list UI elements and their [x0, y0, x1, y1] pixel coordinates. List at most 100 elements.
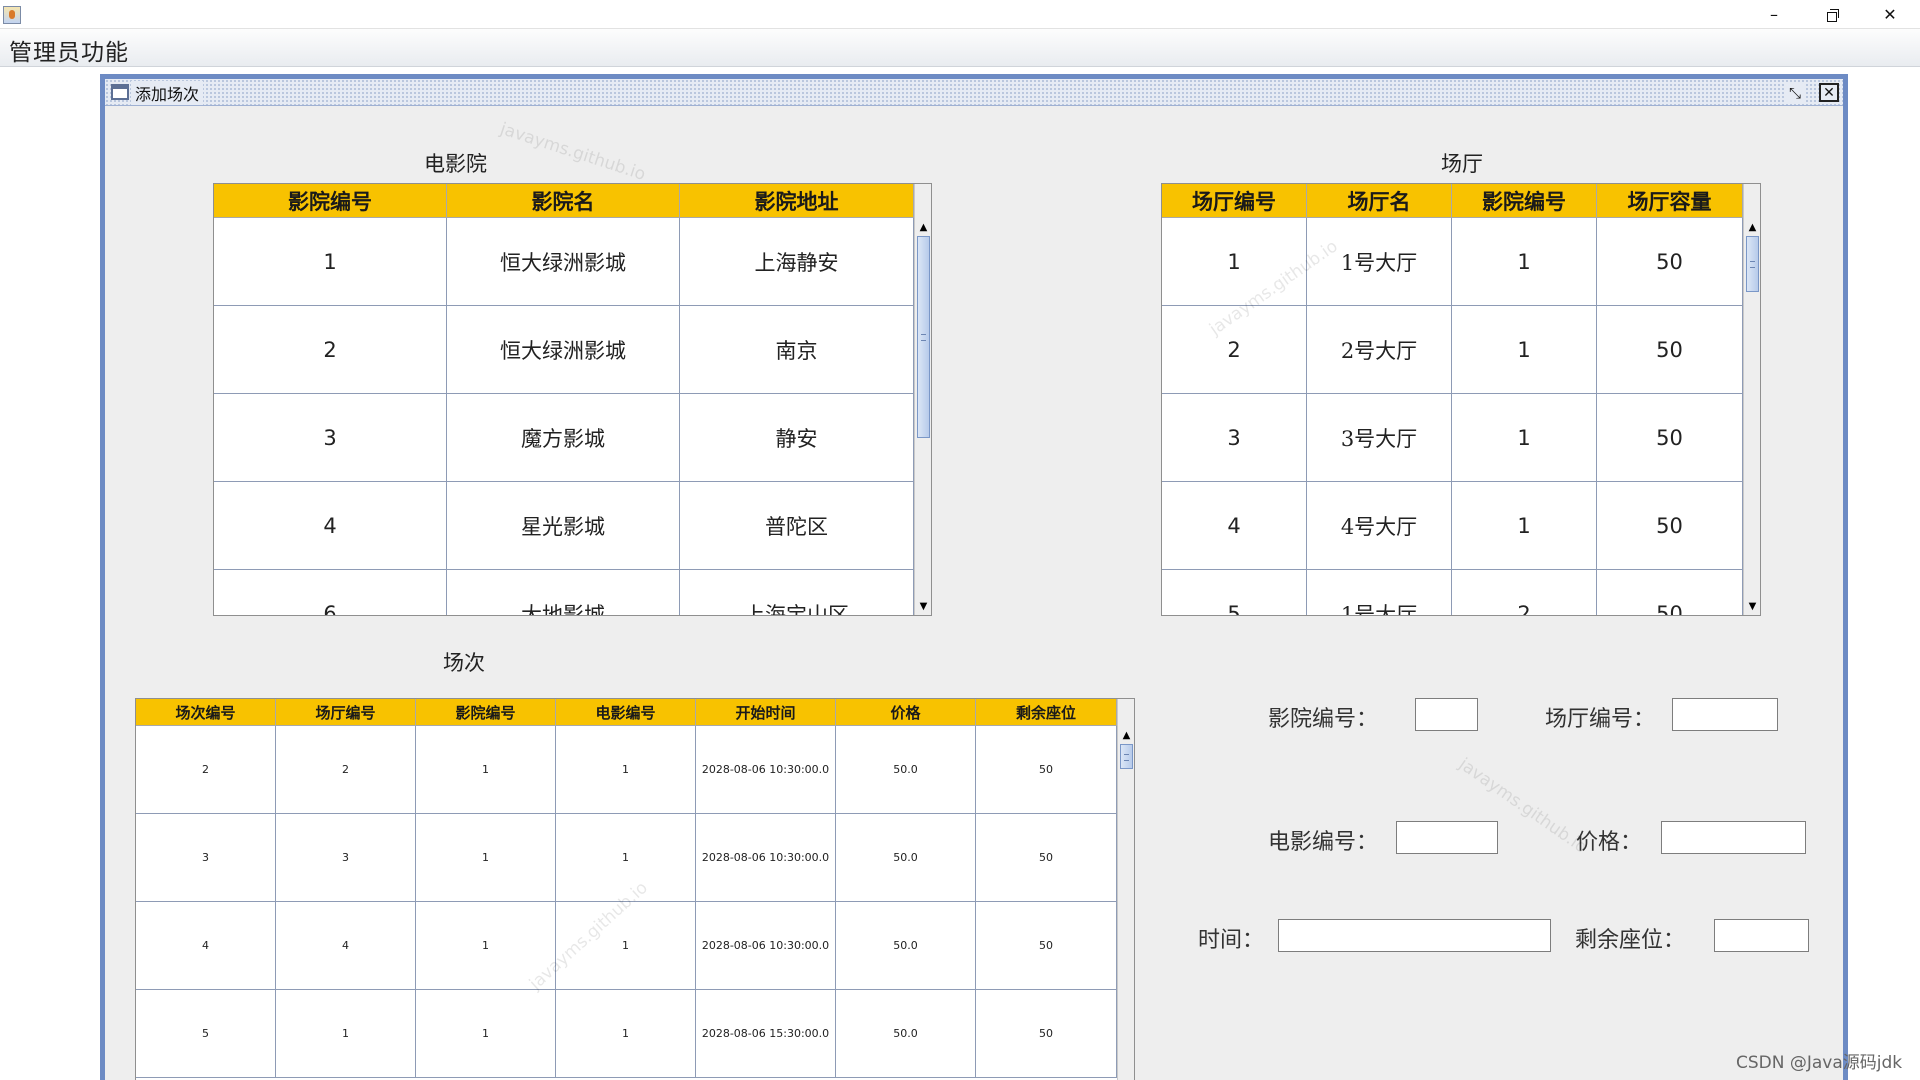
column-header[interactable]: 场厅名	[1307, 184, 1452, 218]
table-row[interactable]: 1 1号大厅 1 50	[1162, 218, 1743, 306]
table-cell: 3	[1162, 394, 1307, 482]
column-header[interactable]: 影院编号	[416, 699, 556, 726]
hall-table-scrollbar[interactable]: ▲ ▼	[1743, 184, 1760, 615]
table-cell: 50.0	[836, 726, 976, 814]
table-cell: 50	[1597, 306, 1743, 394]
column-header[interactable]: 影院编号	[1452, 184, 1597, 218]
hall-id-label: 场厅编号：	[1545, 707, 1656, 732]
time-input[interactable]	[1278, 919, 1551, 952]
cinema-table-label: 电影院	[424, 152, 487, 176]
column-header[interactable]: 影院编号	[214, 184, 447, 218]
table-cell: 1	[416, 990, 556, 1078]
cinema-table-scrollbar[interactable]: ▲ ▼	[914, 184, 931, 615]
column-header[interactable]: 场厅容量	[1597, 184, 1743, 218]
close-button[interactable]: ✕	[1861, 0, 1919, 29]
table-cell: 50.0	[836, 990, 976, 1078]
table-cell: 魔方影城	[447, 394, 680, 482]
table-cell: 1	[416, 902, 556, 990]
seats-label: 剩余座位：	[1575, 928, 1686, 953]
hall-table-header: 场厅编号 场厅名 影院编号 场厅容量	[1162, 184, 1743, 218]
table-cell: 2	[136, 726, 276, 814]
table-row[interactable]: 3 3 1 1 2028-08-06 10:30:00.0 50.0 50	[136, 814, 1117, 902]
table-cell: 2	[214, 306, 447, 394]
cinema-id-input[interactable]	[1415, 698, 1478, 731]
scroll-up-arrow-icon[interactable]: ▲	[1118, 726, 1134, 744]
table-row[interactable]: 3 魔方影城 静安	[214, 394, 914, 482]
hall-table-viewport: 场厅编号 场厅名 影院编号 场厅容量 1 1号大厅 1 50 2 2号大厅 1 50 3 3号大厅 1 50 4…	[1162, 184, 1743, 615]
table-cell: 上海宝山区	[680, 570, 914, 615]
table-cell: 1	[556, 726, 696, 814]
table-row[interactable]: 4 4 1 1 2028-08-06 10:30:00.0 50.0 50	[136, 902, 1117, 990]
java-app-icon	[3, 6, 21, 24]
column-header[interactable]: 场厅编号	[276, 699, 416, 726]
column-header[interactable]: 影院地址	[680, 184, 914, 218]
session-table-header: 场次编号 场厅编号 影院编号 电影编号 开始时间 价格 剩余座位	[136, 699, 1117, 726]
movie-id-input[interactable]	[1396, 821, 1498, 854]
frame-close-button[interactable]: ✕	[1819, 83, 1839, 102]
column-header[interactable]: 场厅编号	[1162, 184, 1307, 218]
column-header[interactable]: 电影编号	[556, 699, 696, 726]
table-cell: 2028-08-06 15:30:00.0	[696, 990, 836, 1078]
hall-table[interactable]: 场厅编号 场厅名 影院编号 场厅容量 1 1号大厅 1 50 2 2号大厅 1 50 3 3号大厅 1 50 4…	[1161, 183, 1761, 616]
menu-bar: 管理员功能	[0, 29, 1920, 67]
table-cell: 2	[276, 726, 416, 814]
table-cell: 4	[136, 902, 276, 990]
table-cell: 1	[214, 218, 447, 306]
add-session-frame: 添加场次 ⤡ ✕ 电影院 场厅 场次 影院编号 影院名 影院地址 1 恒大绿洲影城 上海静…	[100, 74, 1848, 1080]
column-header[interactable]: 价格	[836, 699, 976, 726]
menu-admin-functions[interactable]: 管理员功能	[9, 33, 129, 67]
table-row[interactable]: 1 恒大绿洲影城 上海静安	[214, 218, 914, 306]
table-cell: 50	[1597, 482, 1743, 570]
table-cell: 1	[416, 814, 556, 902]
table-cell: 4	[1162, 482, 1307, 570]
table-cell: 南京	[680, 306, 914, 394]
session-table-scrollbar[interactable]: ▲	[1117, 699, 1134, 1080]
scroll-down-arrow-icon[interactable]: ▼	[915, 597, 931, 615]
scroll-thumb[interactable]	[917, 236, 930, 438]
table-cell: 4	[276, 902, 416, 990]
table-cell: 1	[1452, 394, 1597, 482]
table-row[interactable]: 3 3号大厅 1 50	[1162, 394, 1743, 482]
hall-table-label: 场厅	[1441, 152, 1483, 176]
table-cell: 恒大绿洲影城	[447, 306, 680, 394]
scroll-thumb[interactable]	[1120, 744, 1133, 769]
hall-id-input[interactable]	[1672, 698, 1778, 731]
restore-button[interactable]	[1803, 0, 1861, 29]
scroll-down-arrow-icon[interactable]: ▼	[1744, 597, 1760, 615]
table-cell: 上海静安	[680, 218, 914, 306]
cinema-table[interactable]: 影院编号 影院名 影院地址 1 恒大绿洲影城 上海静安 2 恒大绿洲影城 南京 3 魔方影城 静安 4 星…	[213, 183, 932, 616]
scroll-up-arrow-icon[interactable]: ▲	[1744, 218, 1760, 236]
seats-input[interactable]	[1714, 919, 1809, 952]
table-row[interactable]: 2 恒大绿洲影城 南京	[214, 306, 914, 394]
restore-icon	[1826, 9, 1839, 22]
table-cell: 4	[214, 482, 447, 570]
table-row[interactable]: 6 大地影城 上海宝山区	[214, 570, 914, 615]
cinema-table-header: 影院编号 影院名 影院地址	[214, 184, 914, 218]
scroll-thumb[interactable]	[1746, 236, 1759, 292]
column-header[interactable]: 剩余座位	[976, 699, 1117, 726]
table-cell: 1	[1452, 482, 1597, 570]
table-row[interactable]: 2 2 1 1 2028-08-06 10:30:00.0 50.0 50	[136, 726, 1117, 814]
minimize-button[interactable]: –	[1745, 0, 1803, 29]
column-header[interactable]: 影院名	[447, 184, 680, 218]
scroll-up-arrow-icon[interactable]: ▲	[915, 218, 931, 236]
table-cell: 1号大厅	[1307, 218, 1452, 306]
frame-iconify-button[interactable]: ⤡	[1785, 83, 1805, 102]
table-cell: 2028-08-06 10:30:00.0	[696, 726, 836, 814]
table-row[interactable]: 5 1 1 1 2028-08-06 15:30:00.0 50.0 50	[136, 990, 1117, 1078]
price-label: 价格：	[1576, 830, 1643, 855]
table-cell: 1号大厅	[1307, 570, 1452, 615]
table-cell: 3	[214, 394, 447, 482]
session-table[interactable]: 场次编号 场厅编号 影院编号 电影编号 开始时间 价格 剩余座位 2 2 1 1 2028-08-06…	[135, 698, 1135, 1080]
table-row[interactable]: 5 1号大厅 2 50	[1162, 570, 1743, 615]
table-row[interactable]: 4 星光影城 普陀区	[214, 482, 914, 570]
table-cell: 恒大绿洲影城	[447, 218, 680, 306]
column-header[interactable]: 场次编号	[136, 699, 276, 726]
price-input[interactable]	[1661, 821, 1806, 854]
table-row[interactable]: 2 2号大厅 1 50	[1162, 306, 1743, 394]
table-cell: 2028-08-06 10:30:00.0	[696, 814, 836, 902]
column-header[interactable]: 开始时间	[696, 699, 836, 726]
frame-titlebar[interactable]: 添加场次 ⤡ ✕	[105, 79, 1843, 106]
table-row[interactable]: 4 4号大厅 1 50	[1162, 482, 1743, 570]
watermark-text: javayms.github.io	[497, 119, 648, 185]
